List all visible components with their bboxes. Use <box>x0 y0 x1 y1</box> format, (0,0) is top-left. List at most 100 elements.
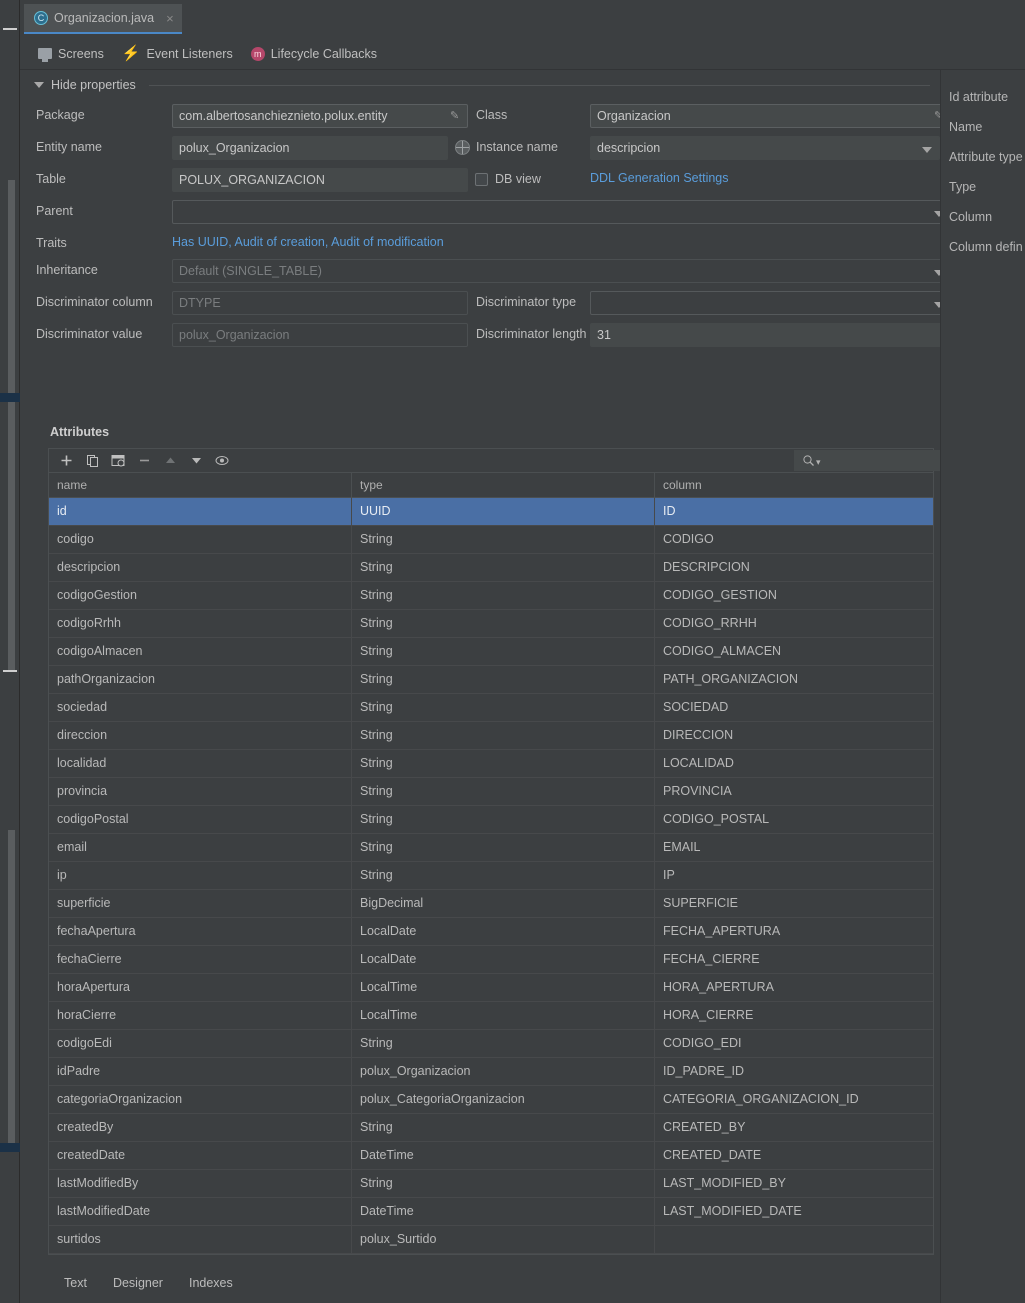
db-view-label: DB view <box>495 172 541 186</box>
cell-column: PATH_ORGANIZACION <box>663 672 798 686</box>
table-row[interactable]: horaApertura LocalTime HORA_APERTURA <box>49 974 933 1002</box>
move-up-button[interactable] <box>157 450 183 472</box>
table-row[interactable]: idPadre polux_Organizacion ID_PADRE_ID <box>49 1058 933 1086</box>
table-row[interactable]: descripcion String DESCRIPCION <box>49 554 933 582</box>
tab-indexes[interactable]: Indexes <box>189 1276 233 1290</box>
column-header-name[interactable]: name <box>49 472 352 498</box>
cell-column: PROVINCIA <box>663 784 732 798</box>
move-down-button[interactable] <box>183 450 209 472</box>
inheritance-dropdown[interactable]: Default (SINGLE_TABLE) <box>172 259 952 283</box>
table-row[interactable]: superficie BigDecimal SUPERFICIE <box>49 890 933 918</box>
cell-type: String <box>352 750 655 777</box>
attribute-property-column-defin: Column defin <box>949 240 1023 254</box>
inheritance-value: Default (SINGLE_TABLE) <box>179 264 322 278</box>
cell-column: CODIGO_EDI <box>663 1036 742 1050</box>
attribute-property-attribute-type: Attribute type <box>949 150 1023 164</box>
toolbar-item-event-listeners-label: Event Listeners <box>146 46 233 61</box>
cell-column: CODIGO_RRHH <box>663 616 757 630</box>
gutter-highlight <box>0 393 20 402</box>
generate-button[interactable] <box>105 450 131 472</box>
form-row-traits: Traits Has UUID, Audit of creation, Audi… <box>32 230 934 257</box>
tab-text[interactable]: Text <box>64 1276 87 1290</box>
table-row[interactable]: ip String IP <box>49 862 933 890</box>
cell-column: LAST_MODIFIED_BY <box>663 1176 786 1190</box>
hide-properties-toggle[interactable]: Hide properties <box>34 78 930 92</box>
column-header-column[interactable]: column <box>655 473 933 498</box>
column-header-type[interactable]: type <box>352 472 655 498</box>
db-view-checkbox[interactable] <box>475 173 488 186</box>
gutter-scroll-thumb[interactable] <box>8 180 15 670</box>
discriminator-length-field[interactable]: 31 <box>590 323 952 347</box>
table-row[interactable]: horaCierre LocalTime HORA_CIERRE <box>49 1002 933 1030</box>
toolbar-item-event-listeners[interactable]: ⚡ Event Listeners <box>122 46 233 61</box>
table-row[interactable]: createdBy String CREATED_BY <box>49 1114 933 1142</box>
table-row[interactable]: sociedad String SOCIEDAD <box>49 694 933 722</box>
attributes-search-input[interactable]: ▾ <box>794 450 959 471</box>
edit-pencil-icon[interactable]: ✎ <box>450 110 462 122</box>
class-field[interactable]: Organizacion ✎ <box>590 104 952 128</box>
table-row[interactable]: codigo String CODIGO <box>49 526 933 554</box>
table-row[interactable]: codigoGestion String CODIGO_GESTION <box>49 582 933 610</box>
cell-type: String <box>352 1170 655 1197</box>
table-field[interactable]: POLUX_ORGANIZACION <box>172 168 468 192</box>
package-field[interactable]: com.albertosanchieznieto.polux.entity ✎ <box>172 104 468 128</box>
cell-column: CREATED_BY <box>663 1120 746 1134</box>
cell-type: String <box>352 526 655 553</box>
table-row[interactable]: codigoRrhh String CODIGO_RRHH <box>49 610 933 638</box>
add-button[interactable] <box>53 450 79 472</box>
left-gutter-strip[interactable] <box>0 0 20 1303</box>
gutter-scroll-thumb[interactable] <box>8 830 15 1150</box>
cell-column: CODIGO_POSTAL <box>663 812 770 826</box>
toolbar-item-screens[interactable]: Screens <box>38 47 104 62</box>
table-row[interactable]: localidad String LOCALIDAD <box>49 750 933 778</box>
attribute-property-id-attribute: Id attribute <box>949 90 1009 104</box>
cell-name: idPadre <box>49 1058 352 1085</box>
gutter-mark <box>3 28 17 30</box>
table-row[interactable]: createdDate DateTime CREATED_DATE <box>49 1142 933 1170</box>
cell-name: direccion <box>49 722 352 749</box>
cell-name: codigoAlmacen <box>49 638 352 665</box>
discriminator-type-dropdown[interactable] <box>590 291 952 315</box>
table-row[interactable]: lastModifiedDate DateTime LAST_MODIFIED_DA… <box>49 1198 933 1226</box>
table-row[interactable]: provincia String PROVINCIA <box>49 778 933 806</box>
copy-button[interactable] <box>79 450 105 472</box>
cell-type: String <box>352 1114 655 1141</box>
ddl-generation-settings-link[interactable]: DDL Generation Settings <box>590 171 729 185</box>
preview-button[interactable] <box>209 450 235 472</box>
parent-dropdown[interactable] <box>172 200 952 224</box>
form-row-parent: Parent <box>32 198 952 230</box>
table-row[interactable]: id UUID ID <box>49 498 933 526</box>
table-row[interactable]: lastModifiedBy String LAST_MODIFIED_BY <box>49 1170 933 1198</box>
tab-designer[interactable]: Designer <box>113 1276 163 1290</box>
cell-name: codigoPostal <box>49 806 352 833</box>
discriminator-column-field[interactable]: DTYPE <box>172 291 468 315</box>
table-row[interactable]: codigoPostal String CODIGO_POSTAL <box>49 806 933 834</box>
table-row[interactable]: pathOrganizacion String PATH_ORGANIZACION <box>49 666 933 694</box>
cell-name: fechaCierre <box>49 946 352 973</box>
table-row[interactable]: email String EMAIL <box>49 834 933 862</box>
form-row-table: Table POLUX_ORGANIZACION DB view DDL Gen… <box>32 166 934 198</box>
close-icon[interactable]: × <box>166 12 174 25</box>
globe-icon[interactable] <box>455 140 470 155</box>
table-row[interactable]: codigoEdi String CODIGO_EDI <box>49 1030 933 1058</box>
table-row[interactable]: codigoAlmacen String CODIGO_ALMACEN <box>49 638 933 666</box>
cell-type: DateTime <box>352 1142 655 1169</box>
cell-type: String <box>352 638 655 665</box>
remove-button[interactable] <box>131 450 157 472</box>
table-row[interactable]: categoriaOrganizacion polux_CategoriaOrga… <box>49 1086 933 1114</box>
toolbar-item-lifecycle-callbacks[interactable]: m Lifecycle Callbacks <box>250 46 377 61</box>
traits-value[interactable]: Has UUID, Audit of creation, Audit of mo… <box>172 235 444 249</box>
entity-name-field[interactable]: polux_Organizacion <box>172 136 448 160</box>
discriminator-value-field[interactable]: polux_Organizacion <box>172 323 468 347</box>
search-icon <box>803 455 814 466</box>
instance-name-dropdown[interactable]: descripcion <box>590 136 940 160</box>
cell-column: DESCRIPCION <box>663 560 750 574</box>
table-row[interactable]: fechaCierre LocalDate FECHA_CIERRE <box>49 946 933 974</box>
editor-tab-organizacion[interactable]: C Organizacion.java × <box>24 4 182 34</box>
parent-label: Parent <box>36 204 73 218</box>
table-row[interactable]: surtidos polux_Surtido <box>49 1226 933 1254</box>
table-row[interactable]: direccion String DIRECCION <box>49 722 933 750</box>
table-row[interactable]: fechaApertura LocalDate FECHA_APERTURA <box>49 918 933 946</box>
discriminator-column-value: DTYPE <box>179 296 221 310</box>
attributes-panel: ▾ name type column id UUID ID codigo String C… <box>48 448 959 1255</box>
